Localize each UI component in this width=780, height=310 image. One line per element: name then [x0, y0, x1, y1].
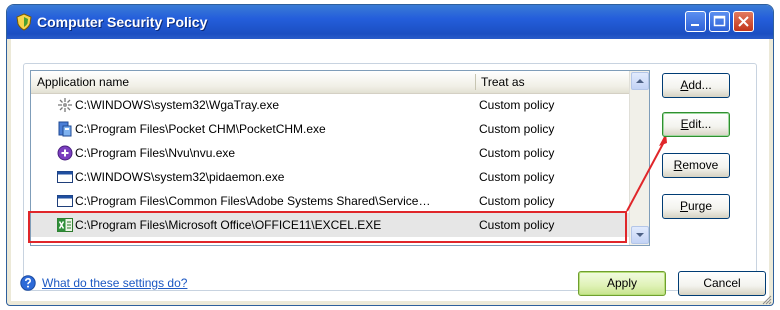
row-app-path: C:\Program Files\Microsoft Office\OFFICE… [75, 218, 382, 232]
row-treat-as: Custom policy [479, 218, 555, 232]
title-bar[interactable]: Computer Security Policy [7, 5, 773, 39]
row-treat-as: Custom policy [479, 146, 555, 160]
nvu-icon [57, 145, 73, 161]
remove-accesskey: R [673, 158, 683, 172]
column-divider[interactable] [475, 74, 476, 90]
scroll-up-button[interactable] [631, 72, 649, 90]
pocketchm-icon [58, 121, 72, 137]
row-treat-as: Custom policy [479, 122, 555, 136]
minimize-button[interactable] [685, 11, 706, 32]
add-label: dd... [688, 78, 712, 92]
row-app-path: C:\Program Files\Nvu\nvu.exe [75, 146, 236, 160]
purge-label: urge [687, 199, 713, 213]
add-button[interactable]: Add... [662, 73, 730, 98]
maximize-icon [713, 15, 726, 27]
row-app-path: C:\Program Files\Pocket CHM\PocketCHM.ex… [75, 122, 326, 136]
scroll-down-button[interactable] [631, 226, 649, 244]
list-header: Application name Treat as [31, 71, 629, 94]
list-row-pidaemon[interactable]: C:\WINDOWS\system32\pidaemon.exe Custom … [31, 165, 629, 189]
close-icon [738, 16, 749, 27]
purge-button[interactable]: Purge [662, 194, 730, 219]
help-icon[interactable] [20, 275, 36, 291]
row-treat-as: Custom policy [479, 194, 555, 208]
row-treat-as: Custom policy [479, 98, 555, 112]
cancel-button[interactable]: Cancel [678, 271, 766, 296]
list-row-wgatray[interactable]: C:\WINDOWS\system32\WgaTray.exe Custom p… [31, 93, 629, 117]
arrow-up-icon [636, 79, 644, 83]
close-button[interactable] [733, 11, 754, 32]
remove-label: emove [682, 158, 719, 172]
excel-icon [57, 218, 73, 232]
arrow-down-icon [636, 233, 644, 237]
edit-label: dit... [688, 117, 712, 131]
list-row-pocketchm[interactable]: C:\Program Files\Pocket CHM\PocketCHM.ex… [31, 117, 629, 141]
shield-icon [16, 13, 32, 31]
row-app-path: C:\Program Files\Common Files\Adobe Syst… [75, 194, 431, 208]
column-header-application-name[interactable]: Application name [33, 71, 473, 93]
resize-grip-icon[interactable] [762, 295, 772, 305]
maximize-button[interactable] [709, 11, 730, 32]
row-app-path: C:\WINDOWS\system32\pidaemon.exe [75, 170, 285, 184]
window-title: Computer Security Policy [37, 14, 208, 30]
list-row-adobe-service[interactable]: C:\Program Files\Common Files\Adobe Syst… [31, 189, 629, 213]
help-link[interactable]: What do these settings do? [42, 276, 187, 290]
application-list[interactable]: Application name Treat as C:\WINDOWS\sys… [30, 70, 650, 246]
edit-button[interactable]: Edit... [662, 112, 730, 137]
remove-button[interactable]: Remove [662, 153, 730, 178]
edit-accesskey: E [680, 117, 689, 131]
row-treat-as: Custom policy [479, 170, 555, 184]
window-app-icon [57, 195, 73, 207]
minimize-icon [691, 24, 699, 26]
purge-accesskey: P [679, 199, 688, 213]
column-header-treat-as[interactable]: Treat as [477, 71, 627, 93]
row-app-path: C:\WINDOWS\system32\WgaTray.exe [75, 98, 280, 112]
vertical-scrollbar[interactable] [629, 71, 649, 245]
apply-button[interactable]: Apply [578, 271, 666, 296]
wga-tray-icon [58, 98, 72, 112]
list-row-excel[interactable]: C:\Program Files\Microsoft Office\OFFICE… [31, 213, 629, 237]
list-row-nvu[interactable]: C:\Program Files\Nvu\nvu.exe Custom poli… [31, 141, 629, 165]
window-app-icon [57, 171, 73, 183]
